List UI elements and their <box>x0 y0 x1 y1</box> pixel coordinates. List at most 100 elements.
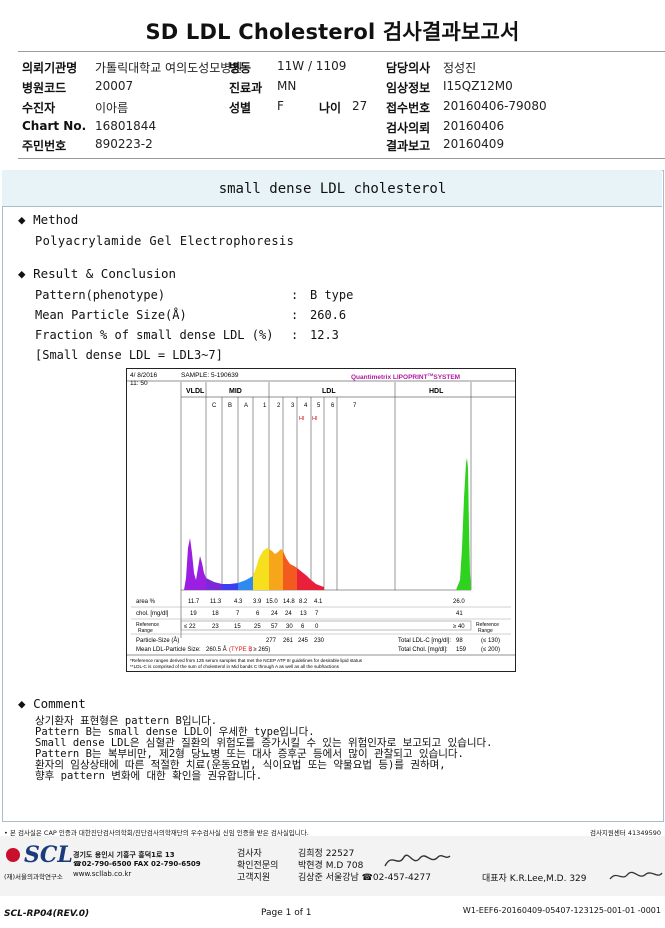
chart-peak-mid-b <box>222 583 238 590</box>
chart-area-value: 14.8 <box>283 599 295 605</box>
chart-group-vldl: VLDL <box>186 388 205 395</box>
bracket-note: [Small dense LDL = LDL3~7] <box>35 348 223 362</box>
form-id: SCL-RP04(REV.0) <box>4 909 90 919</box>
chart-brand: Quantimetrix LIPOPRINTTMSYSTEM <box>351 372 460 381</box>
chart-row-ref-label-line2: Range <box>138 628 153 634</box>
value-result-report: 20160409 <box>443 137 505 151</box>
report-title: SD LDL Cholesterol 검사결과보고서 <box>145 20 520 44</box>
value-requesting-institution: 가톨릭대학교 여의도성모병원 <box>95 61 243 75</box>
result-colon: : <box>291 288 299 302</box>
chart-row-size-label: Particle-Size (Å) <box>136 637 179 644</box>
lab-tel-fax: ☎02-790-6500 FAX 02-790-6509 <box>73 860 201 868</box>
method-heading: ◆ Method <box>18 212 78 227</box>
chart-area-value: 4.1 <box>314 599 323 605</box>
label-clinical-info: 임상정보 <box>386 81 431 95</box>
chart-group-ldl: LDL <box>322 388 336 395</box>
chart-ref-value: ≤ 22 <box>184 624 196 630</box>
chart-row-area-label: area % <box>136 599 156 605</box>
chart-brand-name: LIPOPRINT <box>393 374 428 381</box>
method-heading-text: Method <box>33 212 79 227</box>
chart-ref-value: 57 <box>271 624 278 630</box>
result-heading: ◆ Result & Conclusion <box>18 266 176 281</box>
chart-chol-value: 24 <box>285 611 292 617</box>
result-value-size: 260.6 <box>310 308 347 322</box>
result-label-size: Mean Particle Size(Å) <box>35 308 187 322</box>
chart-total-chol-label: Total Chol. [mg/dl]: <box>398 647 448 653</box>
chart-ref-value: 30 <box>286 624 293 630</box>
chart-group-hdl: HDL <box>429 388 444 395</box>
chart-area-value: 11.3 <box>210 599 222 605</box>
label-attending-doctor: 담당의사 <box>386 61 431 75</box>
label-ward: 병동 <box>229 61 252 75</box>
value-clinical-info: I15QZ12M0 <box>443 79 513 93</box>
chart-area-value: 4.3 <box>234 599 243 605</box>
label-age: 나이 <box>319 101 342 115</box>
chart-chol-value: 13 <box>300 611 307 617</box>
chart-total-ldlc-ref: (≤ 130) <box>481 638 500 644</box>
chart-ref-value: 23 <box>212 624 219 630</box>
chart-area-value: 26.0 <box>453 599 465 605</box>
chart-peak-ldl2 <box>269 549 283 590</box>
method-text: Polyacrylamide Gel Electrophoresis <box>35 234 295 248</box>
value-hospital-code: 20007 <box>95 79 134 93</box>
label-requesting-institution: 의뢰기관명 <box>22 61 78 75</box>
director-label: 대표자 K.R.Lee,M.D. 329 <box>482 874 587 884</box>
chart-total-chol-ref: (≤ 200) <box>481 647 500 653</box>
result-value-fraction: 12.3 <box>310 328 339 342</box>
chart-chol-value: 18 <box>212 611 219 617</box>
label-patient: 수진자 <box>22 101 56 115</box>
result-value-pattern: B type <box>310 288 354 302</box>
chart-total-ldlc-label: Total LDL-C [mg/dl]: <box>398 638 451 644</box>
title-divider <box>18 51 665 52</box>
value-ward: 11W / 1109 <box>277 59 347 73</box>
chart-area-value: 15.0 <box>266 599 278 605</box>
chart-brand-prefix: Quantimetrix <box>351 374 393 381</box>
diamond-bullet-icon: ◆ <box>18 696 34 711</box>
chart-mean-size-label: Mean LDL-Particle Size: <box>136 647 201 653</box>
value-sex: F <box>277 99 284 113</box>
value-chart-no: 16801844 <box>95 119 157 133</box>
result-label-pattern: Pattern(phenotype) <box>35 288 166 302</box>
comment-heading: ◆ Comment <box>18 696 86 711</box>
chart-footnote-2: **LDL-C is comprised of the sum of chole… <box>130 664 340 669</box>
page-indicator: Page 1 of 1 <box>261 908 312 918</box>
logo-emblem-icon <box>6 848 20 862</box>
label-department: 진료과 <box>229 81 263 95</box>
staff-role: 고객지원 <box>237 873 271 883</box>
director-signature-icon <box>609 871 663 880</box>
logo-text: SCL <box>24 842 73 868</box>
value-patient: 이아름 <box>95 101 129 115</box>
chart-brand-suffix: SYSTEM <box>433 374 460 381</box>
chart-size-value: 245 <box>298 638 309 644</box>
chart-chol-value: 41 <box>456 611 463 617</box>
comment-heading-text: Comment <box>33 696 86 711</box>
label-test-request: 검사의뢰 <box>386 121 431 135</box>
chart-row-ref-label-right-line2: Range <box>478 628 493 634</box>
chart-band-c: C <box>212 403 217 409</box>
chart-band-b: B <box>228 403 232 409</box>
chart-size-value: 277 <box>266 638 277 644</box>
chart-chol-value: 19 <box>190 611 197 617</box>
value-age: 27 <box>352 99 368 113</box>
chart-total-ldlc-value: 98 <box>456 638 463 644</box>
chart-ref-value: ≥ 40 <box>453 624 465 630</box>
result-colon: : <box>291 308 299 322</box>
lab-address: 경기도 용인시 기흥구 흥덕1로 13 <box>73 851 175 859</box>
result-label-fraction: Fraction % of small dense LDL (%) <box>35 328 274 342</box>
result-colon: : <box>291 328 299 342</box>
comment-body: 상기환자 표현형은 pattern B입니다. Pattern B는 small… <box>35 716 493 782</box>
value-attending-doctor: 정성진 <box>443 61 477 75</box>
header-divider <box>18 158 665 159</box>
chart-area-value: 11.7 <box>188 599 200 605</box>
value-reception-no: 20160406-79080 <box>443 99 547 113</box>
comment-line: 향후 pattern 변화에 대한 확인을 권유합니다. <box>35 770 263 782</box>
chart-sample: SAMPLE: 5-190639 <box>181 372 239 379</box>
chart-chol-value: 24 <box>271 611 278 617</box>
label-resident-no: 주민번호 <box>22 139 67 153</box>
document-code: W1-EEF6-20160409-05407-123125-001-01 -00… <box>462 906 661 915</box>
chart-footnote-1: *Reference ranges derived from 125 serum… <box>130 658 363 663</box>
result-heading-text: Result & Conclusion <box>33 266 177 281</box>
label-result-report: 결과보고 <box>386 139 431 153</box>
signature-icon <box>384 854 451 867</box>
section-title: small dense LDL cholesterol <box>218 181 447 197</box>
